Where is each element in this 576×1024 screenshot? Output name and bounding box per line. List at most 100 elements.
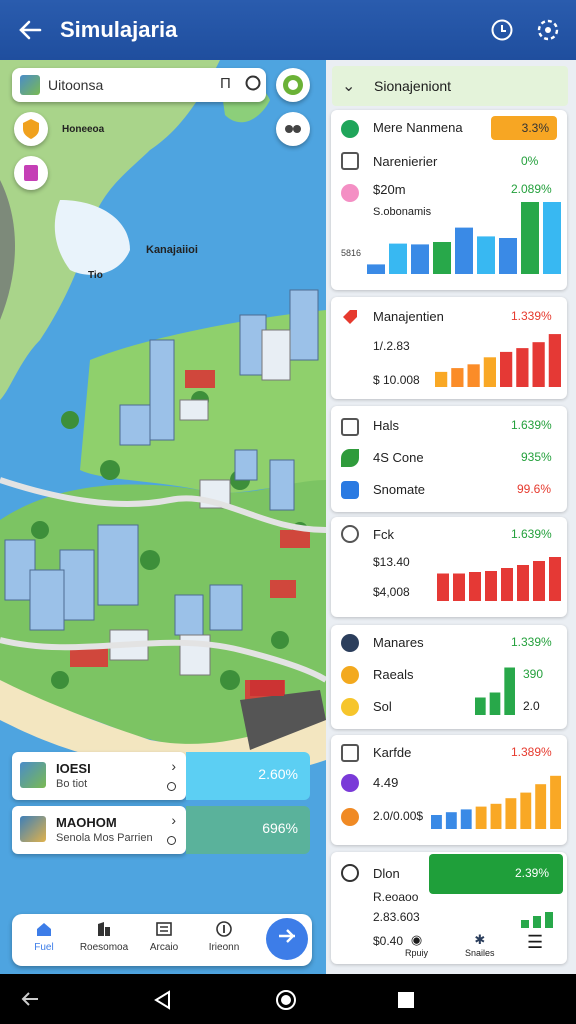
shield-plus-icon: [279, 929, 295, 943]
stat-card[interactable]: Mere Nanmena 3.3% Narenierier 0% $20m 2.…: [331, 110, 567, 290]
menu-icon[interactable]: ☰: [527, 932, 543, 953]
mini-bar-chart: [521, 912, 553, 928]
dot-icon: [167, 782, 176, 791]
footer-tab[interactable]: ✱ Snailes: [465, 932, 495, 958]
circle-icon[interactable]: [244, 74, 262, 92]
chart-bar: [431, 815, 442, 829]
box-icon: [341, 418, 359, 436]
settings-icon[interactable]: [534, 16, 562, 44]
map-thumbnail: [20, 75, 40, 95]
card-row-label: 4.49: [373, 775, 399, 790]
status-icon: [341, 120, 359, 138]
chart-bar: [467, 364, 480, 387]
nav-item-info[interactable]: Irieonn: [194, 920, 254, 953]
nav-label: Irieonn: [208, 942, 240, 953]
system-nav-bar: [0, 974, 576, 1024]
box-icon: [341, 744, 359, 762]
location-button[interactable]: [276, 68, 310, 102]
chevron-right-icon[interactable]: ›: [171, 758, 176, 774]
card-title: Manares: [373, 635, 424, 650]
shield-icon: [23, 119, 39, 139]
chart-bar: [389, 243, 407, 274]
chart-bar: [367, 264, 385, 274]
chart-bar: [477, 236, 495, 274]
tile-thumbnail: [20, 762, 46, 788]
layers-button[interactable]: [276, 112, 310, 146]
nav-recents-icon[interactable]: [396, 990, 416, 1010]
chart-bar: [483, 357, 496, 387]
dot-icon: [167, 836, 176, 845]
footer-tab[interactable]: ◉ Rpuiy: [405, 932, 428, 958]
card-row-value: 390: [523, 667, 544, 681]
moon-icon: [341, 774, 359, 792]
app-bar: Simulajaria: [0, 0, 576, 60]
chart-bar: [455, 227, 473, 274]
axis-label: 5816: [341, 248, 362, 258]
map-label[interactable]: Tio: [88, 270, 103, 281]
stat-card[interactable]: Hals 1.639% 4S Cone 935% Snomate 99.6%: [331, 406, 567, 512]
card-row-label: 2.83.603: [373, 910, 420, 924]
chart-bar: [460, 809, 472, 829]
panel-header[interactable]: ⌄ Sionajeniont: [332, 66, 568, 106]
card-row-label: Raeals: [373, 667, 414, 682]
nav-item-buildings[interactable]: Roesomoa: [74, 920, 134, 953]
person-icon: [341, 184, 359, 202]
mission-button[interactable]: [14, 112, 48, 146]
card-value: 1.339%: [511, 635, 552, 649]
card-row-label: Snomate: [373, 482, 426, 497]
chart-bar: [520, 792, 532, 829]
location-icon: [283, 75, 303, 95]
map-tile[interactable]: IOESI Bo tiot ›: [12, 752, 186, 800]
chart-bar: [411, 244, 429, 274]
stat-card[interactable]: Manares 1.339% Raeals 390 Sol 2.0: [331, 625, 567, 729]
card-row-value: 935%: [521, 450, 552, 464]
chart-bar: [489, 692, 501, 715]
card-value: 1.389%: [511, 745, 552, 759]
nav-label: Arcaio: [149, 942, 179, 953]
chart-bar: [490, 803, 502, 829]
card-title: Fck: [373, 527, 394, 542]
chart-bar: [504, 667, 515, 715]
map-tile[interactable]: MAOHOM Senola Mos Parrien ›: [12, 806, 186, 854]
building-icon: [98, 922, 110, 936]
panel-title: Sionajeniont: [374, 78, 452, 94]
search-input[interactable]: Uitoonsa: [48, 77, 103, 93]
stat-card[interactable]: Fck 1.639% $13.40 $4,008: [331, 517, 567, 617]
chart-bar: [469, 572, 481, 601]
star-icon: ✱: [474, 932, 486, 947]
card-row-label: 1/.2.83: [373, 339, 410, 353]
stat-card[interactable]: Karfde 1.389% 4.49 2.0/0.00$: [331, 735, 567, 845]
back-arrow-icon[interactable]: [18, 989, 42, 1009]
timer-icon[interactable]: [488, 16, 516, 44]
card-title: Manajentien: [373, 309, 444, 324]
chart-bar: [516, 348, 529, 387]
card-row-value: 0%: [521, 154, 539, 168]
bar-chart: [435, 334, 561, 387]
clock-icon: [341, 864, 359, 882]
chevron-right-icon[interactable]: ›: [171, 812, 176, 828]
bar-chart: [367, 202, 561, 274]
nav-back-icon[interactable]: [152, 989, 174, 1011]
nav-item-home[interactable]: Fuel: [14, 920, 74, 953]
tile-value: 2.60%: [186, 752, 310, 800]
nav-home-icon[interactable]: [274, 988, 298, 1012]
card-row-label: $13.40: [373, 555, 410, 569]
box-icon: [341, 152, 359, 170]
smile-icon: [341, 698, 359, 716]
arrow-left-icon[interactable]: [16, 16, 44, 44]
stat-card[interactable]: Manajentien 1.339% 1/.2.83 $ 10.008: [331, 297, 567, 399]
store-button[interactable]: [14, 156, 48, 190]
card-row-value: 1.639%: [511, 418, 552, 432]
card-row-value: 99.6%: [517, 482, 552, 496]
card-title: Karfde: [373, 745, 412, 760]
map-label[interactable]: Honeeoa: [62, 124, 104, 135]
coin-icon: [341, 808, 359, 826]
nav-item-list[interactable]: Arcaio: [134, 920, 194, 953]
bar-chart: [475, 667, 515, 715]
chevron-down-icon[interactable]: ⌄: [342, 76, 355, 96]
sun-icon: [341, 666, 359, 684]
nav-fab-button[interactable]: [266, 918, 308, 960]
stat-card[interactable]: Dlon 2.39% R.eoaoo 2.83.603 $0.40 ◉ Rpuiy…: [331, 852, 567, 964]
search-bar[interactable]: Uitoonsa Π: [12, 68, 266, 102]
map-label[interactable]: Kanajaiioi: [146, 244, 198, 256]
